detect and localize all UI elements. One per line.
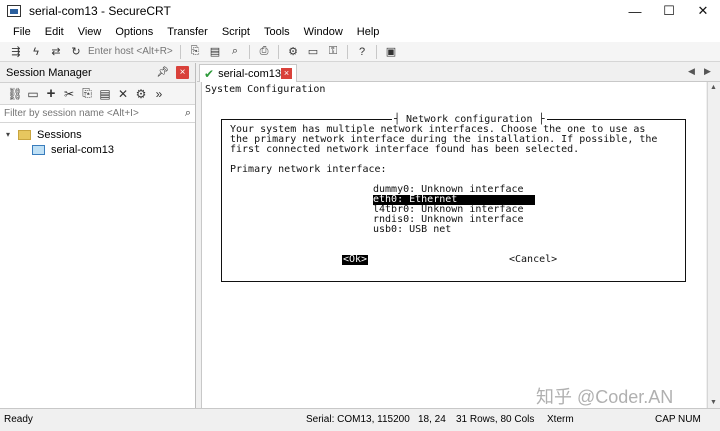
session-tab-strip: ✔ serial-com13 × ◀ ▶ — [197, 63, 720, 82]
menu-help[interactable]: Help — [350, 26, 387, 38]
tree-session-serial-com13[interactable]: serial-com13 — [0, 142, 195, 157]
menu-view[interactable]: View — [71, 26, 109, 38]
menu-options[interactable]: Options — [108, 26, 160, 38]
gear-icon[interactable]: ⚙ — [285, 44, 301, 60]
status-connection: Serial: COM13, 115200 — [306, 414, 410, 425]
scroll-down-icon[interactable]: ▼ — [710, 399, 717, 406]
title-bar: serial-com13 - SecureCRT — ☐ ✕ — [0, 0, 720, 22]
print-icon[interactable]: ⎙ — [256, 44, 272, 60]
session-properties-icon[interactable]: ⚙ — [132, 86, 150, 102]
tree-session-label: serial-com13 — [51, 143, 114, 156]
toolbar-separator — [180, 44, 181, 59]
securecrt-app-icon — [7, 5, 21, 17]
key-icon[interactable]: ⚿ — [325, 44, 341, 60]
connected-check-icon: ✔ — [204, 66, 215, 81]
status-caps-lock: CAP — [655, 414, 676, 425]
session-monitor-icon — [32, 144, 45, 155]
terminal-scrollbar[interactable]: ▲ ▼ — [707, 82, 720, 408]
help-icon[interactable]: ? — [354, 44, 370, 60]
reconnect-all-icon[interactable]: ↻ — [68, 44, 84, 60]
interface-option[interactable]: usb0: USB net — [373, 225, 451, 235]
pin-icon[interactable]: 📌︎ — [156, 67, 169, 78]
menu-transfer[interactable]: Transfer — [160, 26, 215, 38]
menu-file[interactable]: File — [6, 26, 38, 38]
connect-icon[interactable]: ⇶ — [8, 44, 24, 60]
terminal-header: System Configuration — [205, 84, 326, 95]
menu-tools[interactable]: Tools — [257, 26, 297, 38]
session-filter-input[interactable] — [4, 108, 174, 119]
folder-icon — [18, 129, 31, 140]
close-button[interactable]: ✕ — [686, 0, 720, 22]
status-terminal-size: 31 Rows, 80 Cols — [456, 414, 535, 425]
menu-script[interactable]: Script — [215, 26, 257, 38]
window-title: serial-com13 - SecureCRT — [29, 4, 171, 18]
tree-folder-sessions[interactable]: ▾ Sessions — [0, 127, 195, 142]
session-manager-close-icon[interactable]: × — [176, 66, 189, 79]
minimize-button[interactable]: — — [618, 0, 652, 22]
copy-session-icon[interactable]: ⎘ — [78, 86, 96, 102]
paste-icon[interactable]: ▤ — [207, 44, 223, 60]
network-config-dialog: ┤ Network configuration ├ Your system ha… — [221, 115, 686, 282]
tab-close-icon[interactable]: × — [281, 68, 292, 79]
menu-window[interactable]: Window — [297, 26, 350, 38]
delete-session-icon[interactable]: ✕ — [114, 86, 132, 102]
more-icon[interactable]: » — [150, 86, 168, 102]
status-ready: Ready — [4, 414, 33, 425]
toolbar-separator — [278, 44, 279, 59]
scroll-up-icon[interactable]: ▲ — [710, 84, 717, 91]
main-toolbar: ⇶ ϟ ⇄ ↻ ⎘ ▤ ⌕ ⎙ ⚙ ▭ ⚿ ? ▣ — [0, 42, 720, 62]
session-manager-header: Session Manager 📌︎ × — [0, 63, 195, 83]
reconnect-icon[interactable]: ⇄ — [48, 44, 64, 60]
toolbar-separator — [249, 44, 250, 59]
collapse-icon[interactable]: ▾ — [6, 130, 18, 139]
cut-icon[interactable]: ✂ — [60, 86, 78, 102]
session-manager-title: Session Manager — [6, 66, 92, 79]
menu-bar: File Edit View Options Transfer Script T… — [0, 22, 720, 42]
tab-label: serial-com13 — [218, 67, 282, 80]
ok-button[interactable]: <Ok> — [342, 255, 369, 265]
enter-host-input[interactable] — [86, 43, 176, 60]
session-manager-pane: Session Manager 📌︎ × ⛓ ▭ + ✂ ⎘ ▤ ✕ ⚙ » ⌕… — [0, 63, 196, 408]
lightning-connect-icon[interactable]: ϟ — [28, 44, 44, 60]
find-icon[interactable]: ⌕ — [227, 44, 243, 60]
add-session-icon[interactable]: + — [42, 85, 60, 102]
screenshot-icon[interactable]: ▣ — [383, 44, 399, 60]
terminal-screen[interactable]: System Configuration ┤ Network configura… — [201, 82, 706, 408]
tree-folder-label: Sessions — [37, 128, 82, 141]
toolbar-separator — [347, 44, 348, 59]
menu-edit[interactable]: Edit — [38, 26, 71, 38]
cancel-button[interactable]: <Cancel> — [509, 255, 557, 265]
status-num-lock: NUM — [678, 414, 701, 425]
status-cursor-position: 18, 24 — [418, 414, 446, 425]
session-manager-toolbar: ⛓ ▭ + ✂ ⎘ ▤ ✕ ⚙ » — [0, 83, 195, 105]
tab-serial-com13[interactable]: ✔ serial-com13 × — [199, 64, 297, 82]
status-terminal-type: Xterm — [547, 414, 574, 425]
keymap-icon[interactable]: ▭ — [305, 44, 321, 60]
window-controls: — ☐ ✕ — [618, 0, 720, 22]
copy-icon[interactable]: ⎘ — [187, 44, 203, 60]
session-filter-box: ⌕ — [0, 105, 195, 123]
tab-scroll-left-icon[interactable]: ◀ — [688, 66, 695, 77]
maximize-button[interactable]: ☐ — [652, 0, 686, 22]
status-bar: Ready Serial: COM13, 115200 18, 24 31 Ro… — [0, 408, 720, 431]
interface-prompt: Primary network interface: — [230, 164, 387, 175]
zhihu-watermark: 知乎 @Coder.AN — [536, 387, 674, 407]
search-icon[interactable]: ⌕ — [185, 107, 191, 120]
session-tree: ▾ Sessions serial-com13 — [0, 123, 195, 157]
link-icon[interactable]: ⛓ — [6, 86, 24, 102]
toolbar-separator — [376, 44, 377, 59]
paste-session-icon[interactable]: ▤ — [96, 86, 114, 102]
tab-scroll-right-icon[interactable]: ▶ — [704, 66, 711, 77]
session-tab-icon[interactable]: ▭ — [24, 86, 42, 102]
dialog-message-line: first connected network interface found … — [230, 144, 580, 155]
